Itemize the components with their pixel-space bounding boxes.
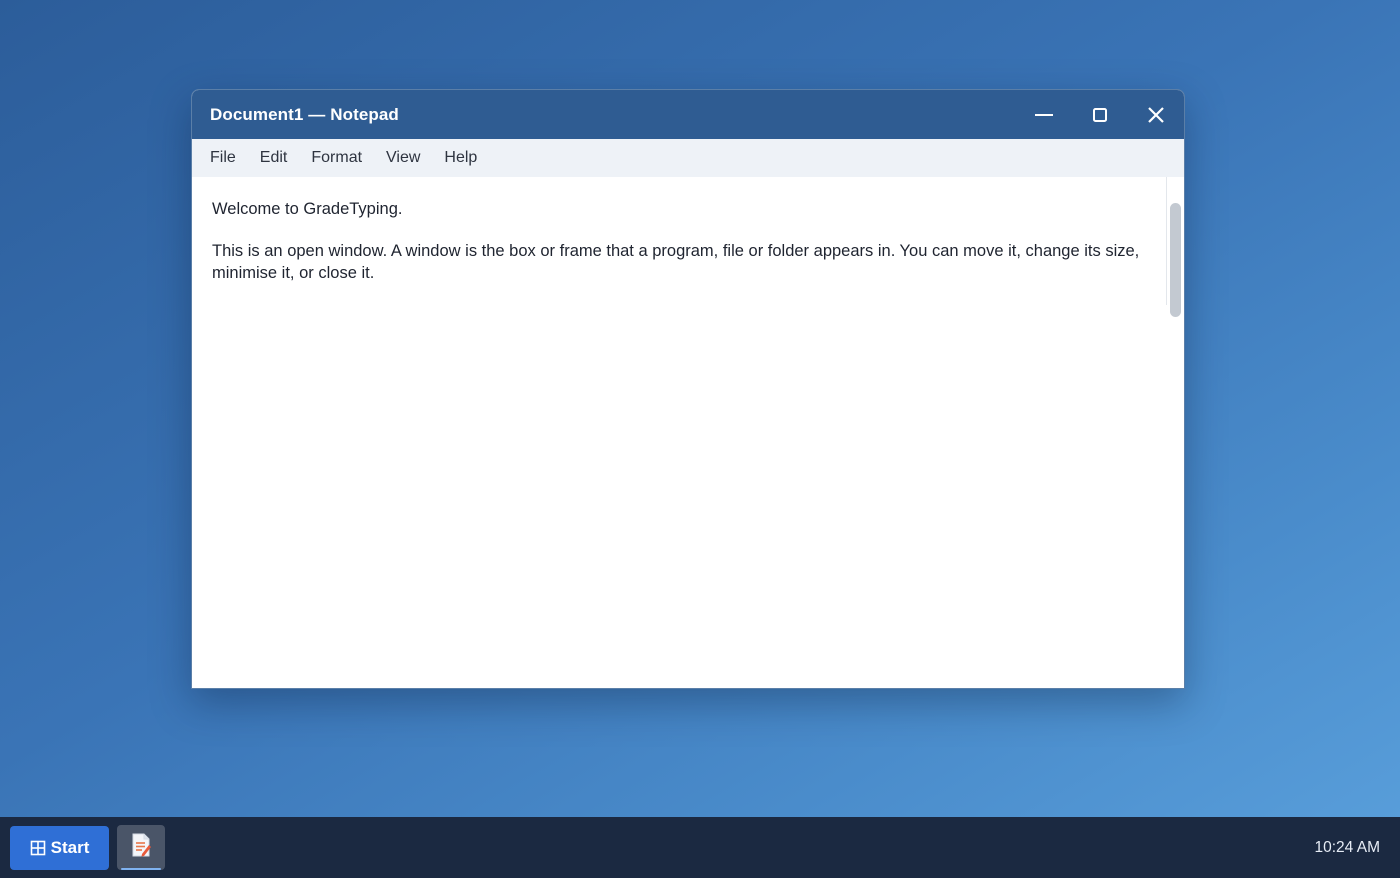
menu-view[interactable]: View xyxy=(374,149,432,167)
document-paragraph: Welcome to GradeTyping. xyxy=(212,200,403,218)
start-label: Start xyxy=(50,838,90,857)
menu-file[interactable]: File xyxy=(198,149,248,167)
minimize-button[interactable] xyxy=(1016,90,1072,139)
maximize-icon xyxy=(1092,107,1108,123)
window-title: Document1 — Notepad xyxy=(210,104,399,124)
close-button[interactable] xyxy=(1128,90,1184,139)
menu-help[interactable]: Help xyxy=(432,149,489,167)
text-editor[interactable]: Welcome to GradeTyping. This is an open … xyxy=(192,177,1166,688)
vertical-scrollbar[interactable] xyxy=(1166,177,1184,688)
close-icon xyxy=(1147,106,1165,124)
start-button[interactable]: Start xyxy=(10,826,109,870)
taskbar: Start 10:24 AM xyxy=(0,817,1400,878)
active-app-indicator xyxy=(121,868,161,870)
menu-edit[interactable]: Edit xyxy=(248,149,300,167)
taskbar-clock[interactable]: 10:24 AM xyxy=(1315,817,1381,878)
notepad-icon xyxy=(130,833,152,862)
scrollbar-track xyxy=(1166,177,1167,305)
menu-format[interactable]: Format xyxy=(299,149,374,167)
document-paragraph: This is an open window. A window is the … xyxy=(212,242,1140,282)
window-controls xyxy=(1016,90,1184,139)
scrollbar-thumb[interactable] xyxy=(1170,203,1181,317)
title-bar[interactable]: Document1 — Notepad xyxy=(192,90,1184,139)
windows-grid-icon xyxy=(30,840,46,856)
desktop: Document1 — Notepad File Edit Format Vie… xyxy=(0,0,1400,878)
menu-bar: File Edit Format View Help xyxy=(192,139,1184,177)
minimize-icon xyxy=(1034,105,1054,125)
taskbar-notepad-button[interactable] xyxy=(117,825,165,870)
maximize-button[interactable] xyxy=(1072,90,1128,139)
notepad-window[interactable]: Document1 — Notepad File Edit Format Vie… xyxy=(191,89,1185,689)
